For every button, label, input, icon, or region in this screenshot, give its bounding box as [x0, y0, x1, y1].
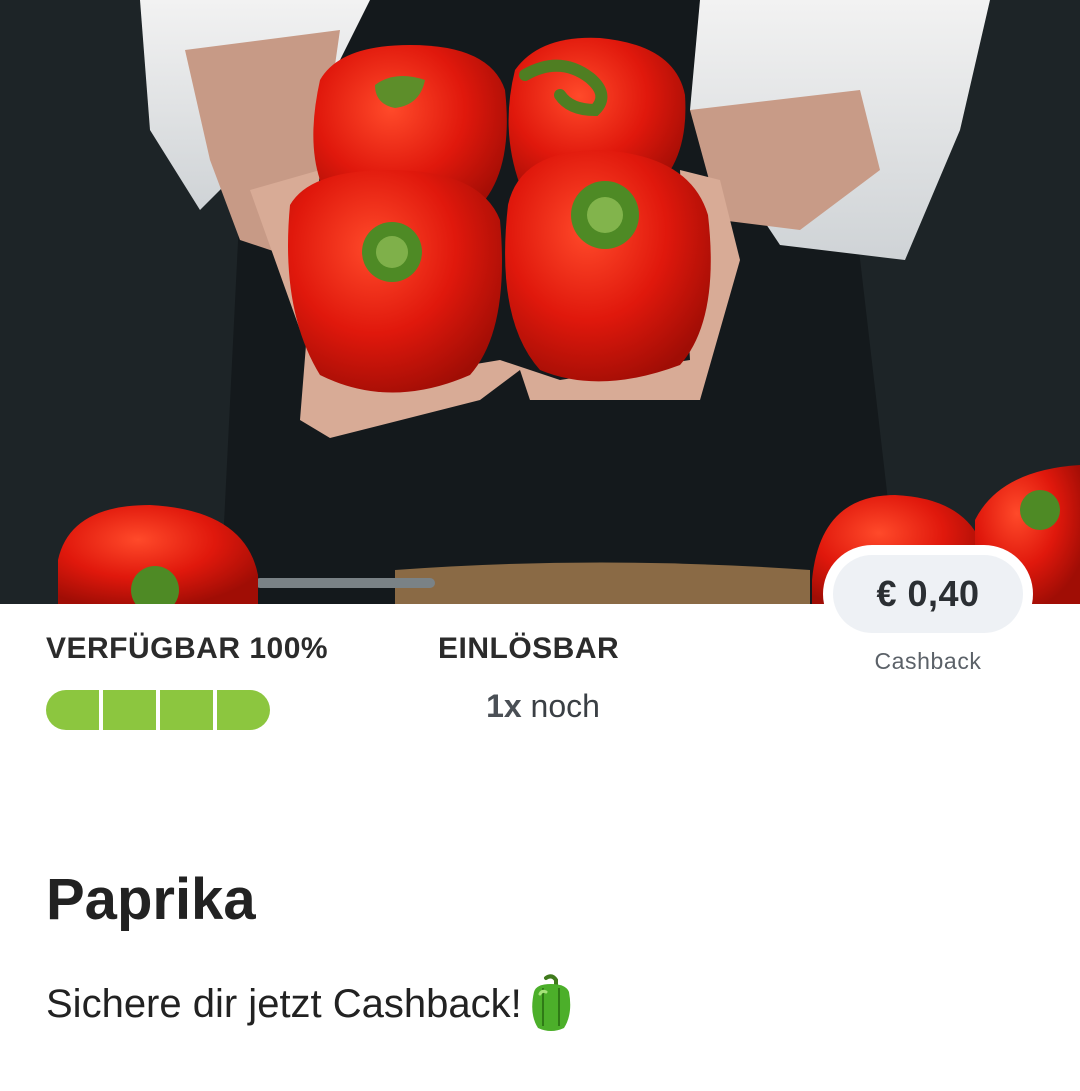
product-subtitle: Sichere dir jetzt Cashback!: [46, 974, 576, 1034]
green-pepper-icon: [526, 974, 576, 1034]
availability-progress-bar: [46, 690, 270, 730]
product-title: Paprika: [46, 867, 256, 932]
cashback-badge: € 0,40: [823, 545, 1033, 643]
progress-segment: [46, 690, 103, 730]
redeemable-count-value: 1x: [486, 688, 522, 724]
redeemable-title: EINLÖSBAR: [438, 632, 620, 665]
progress-segment: [103, 690, 160, 730]
cashback-amount: € 0,40: [876, 573, 980, 614]
cashback-label: Cashback: [874, 648, 982, 674]
hero-image: [0, 0, 1080, 604]
redeemable-count: 1x noch: [438, 688, 648, 725]
availability-title: VERFÜGBAR 100%: [46, 632, 329, 665]
peppers-photo: [0, 0, 1080, 604]
product-subtitle-text: Sichere dir jetzt Cashback!: [46, 981, 522, 1026]
progress-segment: [217, 690, 270, 730]
redeemable-suffix: noch: [521, 688, 600, 724]
progress-segment: [160, 690, 217, 730]
